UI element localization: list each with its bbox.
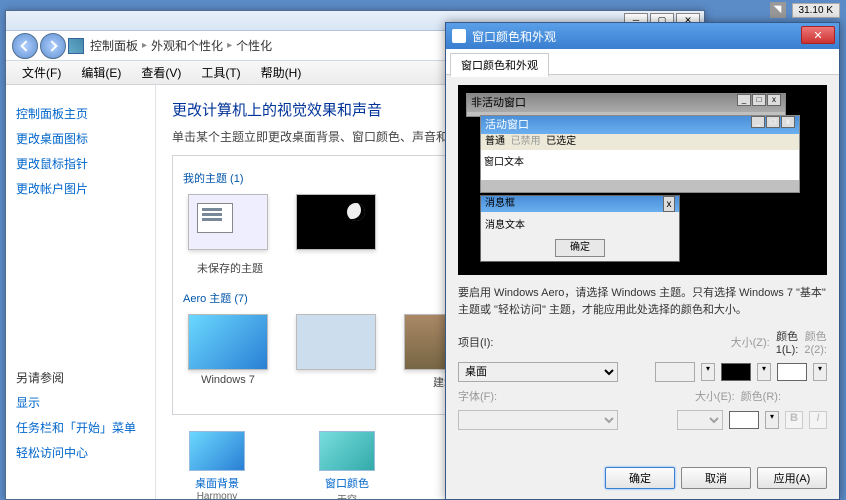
dlg-title: 窗口颜色和外观 [472, 28, 556, 45]
theme-label: Windows 7 [201, 374, 255, 386]
theme-thumb[interactable] [296, 314, 376, 370]
lbl-size-e: 大小(E): [695, 388, 735, 404]
sidebar-link[interactable]: 更改帐户图片 [16, 180, 145, 197]
sidebar-link[interactable]: 轻松访问中心 [16, 444, 145, 461]
preview-area: 非活动窗口 _□x 活动窗口 _□x 普通 已禁用 已选定 窗口文本 消息框x … [458, 85, 827, 275]
breadcrumb-item[interactable]: 外观和个性化 [151, 37, 223, 54]
tab-window-color[interactable]: 窗口颜色和外观 [450, 53, 549, 77]
italic-button: I [809, 411, 827, 429]
menu-file[interactable]: 文件(F) [12, 64, 71, 81]
pv-msg-body: 消息文本 [481, 212, 679, 235]
window-color-thumb[interactable] [319, 431, 375, 471]
net-speed-badge: 31.10 K [792, 3, 840, 18]
lbl-color1: 颜色 1(L): [776, 328, 799, 356]
pv-active-window: 活动窗口 _□x 普通 已禁用 已选定 窗口文本 [480, 115, 800, 193]
pv-inactive-window: 非活动窗口 _□x [466, 93, 786, 117]
cp-sidebar: 控制面板主页 更改桌面图标 更改鼠标指针 更改帐户图片 另请参阅 显示 任务栏和… [6, 85, 156, 499]
pv-msg-ok: 确定 [555, 239, 605, 257]
breadcrumb[interactable]: 控制面板▸ 外观和个性化▸ 个性化 [90, 37, 272, 54]
sidebar-see-also: 另请参阅 [16, 369, 145, 386]
sidebar-link[interactable]: 任务栏和「开始」菜单 [16, 419, 145, 436]
cancel-button[interactable]: 取消 [681, 467, 751, 489]
lbl-color-r: 颜色(R): [741, 388, 781, 404]
desktop-bg-link[interactable]: 桌面背景 [172, 475, 262, 491]
tray-expand-icon[interactable]: ◥ [770, 2, 786, 18]
theme-thumb[interactable] [188, 314, 268, 370]
desktop-bg-thumb[interactable] [189, 431, 245, 471]
theme-item[interactable]: Windows 7 [183, 314, 273, 390]
lbl-size-z: 大小(Z): [731, 334, 770, 350]
color-dialog: 窗口颜色和外观 ✕ 窗口颜色和外观 非活动窗口 _□x 活动窗口 _□x 普通 … [445, 22, 840, 500]
dlg-tabs: 窗口颜色和外观 [446, 49, 839, 75]
color2-picker [777, 363, 807, 381]
nav-back-button[interactable] [12, 33, 38, 59]
color-r-picker [729, 411, 759, 429]
pv-message-box: 消息框x 消息文本 确定 [480, 195, 680, 262]
theme-thumb[interactable] [188, 194, 268, 250]
desktop-bg-sub: Harmony [172, 491, 262, 499]
dlg-hint: 要启用 Windows Aero，请选择 Windows 主题。只有选择 Win… [458, 285, 827, 318]
nav-forward-button[interactable] [40, 33, 66, 59]
font-select [458, 410, 618, 430]
dlg-titlebar[interactable]: 窗口颜色和外观 ✕ [446, 23, 839, 49]
sidebar-link[interactable]: 显示 [16, 394, 145, 411]
lbl-item: 项目(I): [458, 334, 493, 350]
lbl-color2: 颜色 2(2): [804, 328, 827, 356]
bold-button: B [785, 411, 803, 429]
size-e-select [677, 410, 723, 430]
pv-menu: 普通 已禁用 已选定 [481, 134, 799, 150]
menu-tools[interactable]: 工具(T) [191, 64, 250, 81]
menu-edit[interactable]: 编辑(E) [71, 64, 131, 81]
window-color-link[interactable]: 窗口颜色 [302, 475, 392, 491]
pv-msg-title: 消息框 [485, 196, 515, 212]
item-select[interactable]: 桌面 [458, 362, 618, 382]
menu-help[interactable]: 帮助(H) [251, 64, 312, 81]
breadcrumb-item[interactable]: 控制面板 [90, 37, 138, 54]
dlg-button-row: 确定 取消 应用(A) [605, 467, 827, 489]
sidebar-link[interactable]: 更改鼠标指针 [16, 155, 145, 172]
lbl-font: 字体(F): [458, 388, 497, 404]
ok-button[interactable]: 确定 [605, 467, 675, 489]
theme-thumb[interactable] [296, 194, 376, 250]
sidebar-link[interactable]: 更改桌面图标 [16, 130, 145, 147]
system-tray: ◥ 31.10 K [770, 0, 846, 20]
sidebar-home[interactable]: 控制面板主页 [16, 105, 145, 122]
pv-inactive-title: 非活动窗口 [471, 94, 526, 112]
pv-active-title: 活动窗口 [485, 116, 529, 134]
breadcrumb-item[interactable]: 个性化 [236, 37, 272, 54]
color1-picker[interactable] [721, 363, 751, 381]
size-spinner: ▾ [701, 363, 715, 381]
dlg-close-button[interactable]: ✕ [801, 26, 835, 44]
size-z-input [655, 362, 695, 382]
theme-item[interactable] [183, 194, 273, 254]
theme-item[interactable] [291, 314, 381, 390]
cp-icon [68, 38, 84, 54]
apply-button[interactable]: 应用(A) [757, 467, 827, 489]
pv-body: 窗口文本 [481, 150, 799, 180]
theme-item[interactable] [291, 194, 381, 254]
dlg-icon [452, 29, 466, 43]
menu-view[interactable]: 查看(V) [131, 64, 191, 81]
window-color-sub: 天空 [302, 491, 392, 499]
